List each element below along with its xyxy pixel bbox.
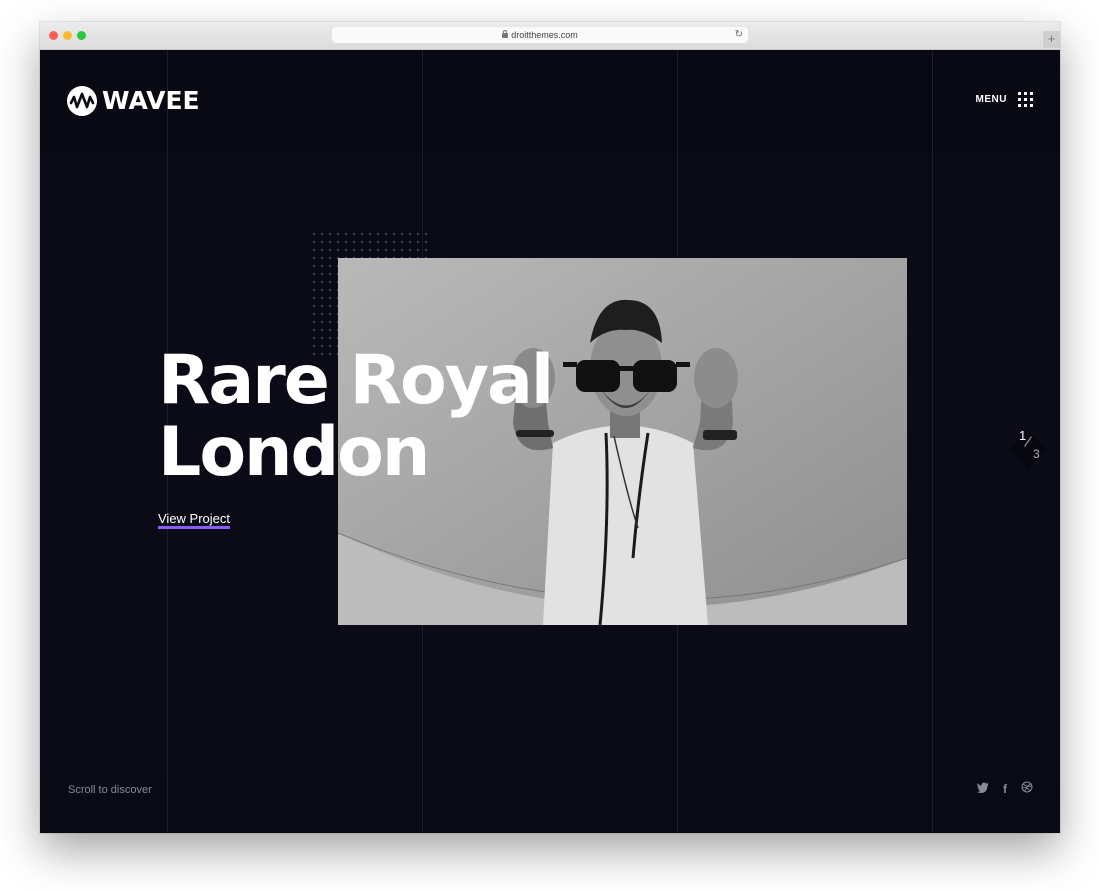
facebook-icon[interactable]: f (1003, 782, 1007, 796)
menu-label: MENU (975, 94, 1007, 105)
hero-title-line-2: London (158, 413, 430, 492)
hero-title: Rare Royal London (158, 345, 554, 492)
wave-logo-icon (67, 85, 97, 116)
maximize-window-button[interactable] (77, 31, 86, 40)
grid-line (932, 50, 933, 833)
reload-icon[interactable]: ↻ (735, 27, 743, 43)
logo-text: WAVEE (102, 86, 200, 115)
counter-diamond (1008, 430, 1048, 470)
scroll-to-discover[interactable]: Scroll to discover (68, 784, 152, 796)
hero-title-line-1: Rare Royal (158, 341, 554, 420)
dribbble-icon[interactable] (1021, 781, 1033, 796)
slide-counter: 1 3 (1006, 428, 1050, 472)
close-window-button[interactable] (49, 31, 58, 40)
lock-icon (502, 30, 509, 38)
site-footer (40, 778, 1060, 833)
site-logo[interactable]: WAVEE (67, 85, 200, 116)
url-text: droitthemes.com (511, 30, 578, 40)
browser-titlebar: droitthemes.com ↻ + (40, 22, 1060, 50)
slide-total-number: 3 (1033, 447, 1040, 461)
browser-window: droitthemes.com ↻ + WAVEE MENU Rare Roya… (40, 22, 1060, 833)
plus-icon[interactable]: + (1043, 31, 1060, 48)
minimize-window-button[interactable] (63, 31, 72, 40)
twitter-icon[interactable] (977, 782, 989, 796)
page-viewport: WAVEE MENU Rare Royal London View Projec… (40, 50, 1060, 833)
view-project-link[interactable]: View Project (158, 512, 231, 529)
grid-menu-icon (1018, 92, 1033, 107)
menu-button[interactable]: MENU (976, 92, 1033, 107)
slide-current-number: 1 (1019, 428, 1027, 443)
address-bar[interactable]: droitthemes.com ↻ (332, 27, 748, 43)
social-links: f (977, 781, 1033, 796)
